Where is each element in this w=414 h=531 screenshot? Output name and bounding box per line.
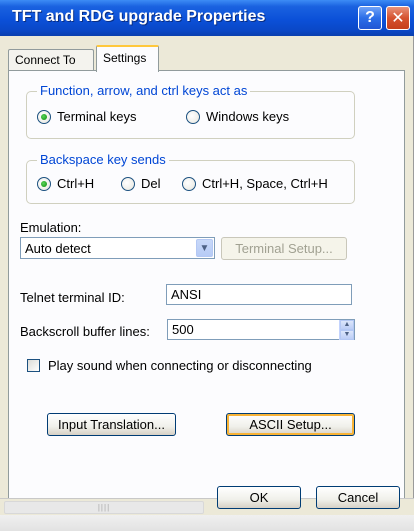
tab-connect-to-label: Connect To bbox=[15, 53, 76, 67]
radio-terminal-keys-label: Terminal keys bbox=[57, 109, 137, 124]
input-translation-label: Input Translation... bbox=[58, 417, 165, 432]
chevron-down-icon[interactable]: ▼ bbox=[196, 239, 213, 257]
backscroll-input[interactable]: 500 bbox=[167, 319, 355, 340]
telnet-id-input[interactable]: ANSI bbox=[166, 284, 352, 305]
emulation-value: Auto detect bbox=[25, 241, 91, 256]
help-icon: ? bbox=[365, 9, 375, 26]
tab-settings-label: Settings bbox=[103, 51, 147, 65]
ok-button[interactable]: OK bbox=[217, 486, 301, 509]
ascii-setup-label: ASCII Setup... bbox=[249, 417, 332, 432]
title-bar[interactable]: TFT and RDG upgrade Properties ? ✕ bbox=[0, 0, 414, 36]
function-keys-group-title: Function, arrow, and ctrl keys act as bbox=[37, 83, 251, 98]
backscroll-label: Backscroll buffer lines: bbox=[20, 324, 150, 339]
spin-down-icon[interactable]: ▼ bbox=[340, 330, 354, 340]
radio-ctrl-h-space-ctrl-h-button[interactable] bbox=[182, 176, 196, 191]
close-button[interactable]: ✕ bbox=[386, 6, 410, 30]
radio-del[interactable]: Del bbox=[121, 176, 161, 191]
backspace-group: Backspace key sends Ctrl+H Del Ctrl+H, S… bbox=[26, 152, 355, 204]
help-button[interactable]: ? bbox=[358, 6, 382, 30]
emulation-select[interactable]: Auto detect ▼ bbox=[20, 237, 215, 259]
radio-windows-keys-label: Windows keys bbox=[206, 109, 290, 124]
cancel-label: Cancel bbox=[337, 490, 379, 505]
spin-up-icon[interactable]: ▲ bbox=[340, 320, 354, 330]
radio-ctrl-h-label: Ctrl+H bbox=[57, 176, 95, 191]
bottom-strip bbox=[0, 515, 414, 531]
ascii-setup-button[interactable]: ASCII Setup... bbox=[226, 413, 355, 436]
cancel-button[interactable]: Cancel bbox=[316, 486, 400, 509]
scrollbar-thumb[interactable]: |||| bbox=[4, 501, 204, 514]
window-title: TFT and RDG upgrade Properties bbox=[12, 8, 266, 25]
radio-del-button[interactable] bbox=[121, 176, 135, 191]
radio-ctrl-h-space-ctrl-h[interactable]: Ctrl+H, Space, Ctrl+H bbox=[182, 176, 328, 191]
backspace-group-title: Backspace key sends bbox=[37, 152, 169, 167]
radio-ctrl-h-space-ctrl-h-label: Ctrl+H, Space, Ctrl+H bbox=[202, 176, 328, 191]
settings-panel: Function, arrow, and ctrl keys act as Te… bbox=[8, 70, 405, 498]
close-icon: ✕ bbox=[391, 10, 405, 27]
terminal-setup-button[interactable]: Terminal Setup... bbox=[221, 237, 347, 260]
telnet-id-value: ANSI bbox=[171, 287, 202, 302]
function-keys-group: Function, arrow, and ctrl keys act as Te… bbox=[26, 83, 355, 139]
properties-dialog: TFT and RDG upgrade Properties ? ✕ Conne… bbox=[0, 0, 414, 509]
backscroll-value: 500 bbox=[172, 322, 194, 337]
tab-connect-to[interactable]: Connect To bbox=[8, 49, 94, 71]
backscroll-spinner[interactable]: ▲ ▼ bbox=[339, 320, 354, 340]
play-sound-checkbox[interactable] bbox=[27, 359, 40, 372]
radio-windows-keys[interactable]: Windows keys bbox=[186, 109, 289, 124]
radio-terminal-keys[interactable]: Terminal keys bbox=[37, 109, 136, 124]
tab-settings[interactable]: Settings bbox=[96, 45, 159, 72]
radio-windows-keys-button[interactable] bbox=[186, 109, 200, 124]
terminal-setup-label: Terminal Setup... bbox=[235, 241, 333, 256]
radio-ctrl-h-button[interactable] bbox=[37, 176, 51, 191]
ok-label: OK bbox=[249, 490, 269, 505]
telnet-id-label: Telnet terminal ID: bbox=[20, 290, 125, 305]
radio-terminal-keys-button[interactable] bbox=[37, 109, 51, 124]
emulation-label: Emulation: bbox=[20, 220, 82, 235]
input-translation-button[interactable]: Input Translation... bbox=[47, 413, 176, 436]
play-sound-label: Play sound when connecting or disconnect… bbox=[48, 358, 312, 373]
radio-del-label: Del bbox=[141, 176, 161, 191]
radio-ctrl-h[interactable]: Ctrl+H bbox=[37, 176, 94, 191]
